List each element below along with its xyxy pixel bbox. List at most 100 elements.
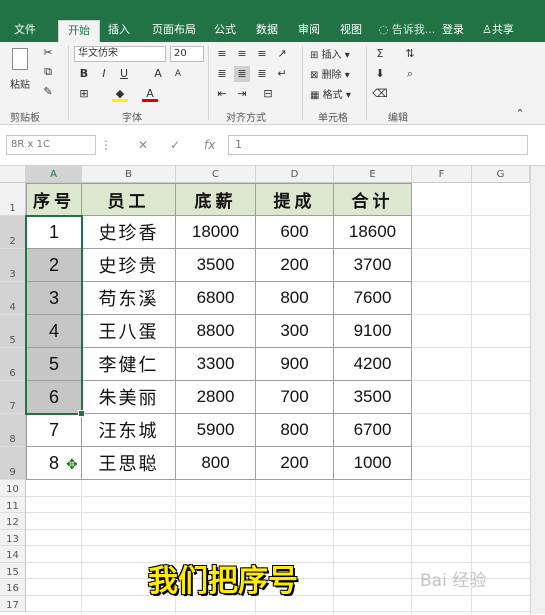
data-cell[interactable]: 1000 xyxy=(334,447,412,480)
data-cell[interactable]: 18600 xyxy=(334,216,412,249)
data-cell[interactable]: 800 xyxy=(256,282,334,315)
row-header[interactable]: 14 xyxy=(0,546,26,563)
employee-cell[interactable]: 朱美丽 xyxy=(82,381,176,414)
sort-filter-icon[interactable]: ⇅ xyxy=(402,46,418,62)
tab-data[interactable]: 数据 xyxy=(250,20,284,42)
clear-icon[interactable]: ⌫ xyxy=(372,86,388,102)
italic-icon[interactable]: I xyxy=(96,66,112,82)
row-header[interactable]: 10 xyxy=(0,480,26,497)
data-cell[interactable]: 6700 xyxy=(334,414,412,447)
employee-cell[interactable]: 王思聪 xyxy=(82,447,176,480)
worksheet-grid[interactable]: A B C D E F G 1 2 3 4 5 6 7 8 9 10 11 12 13 14 15 16 17 序号 员工 底薪 提成… xyxy=(0,166,530,614)
align-bottom-icon[interactable]: ≡ xyxy=(254,46,270,62)
data-cell[interactable]: 6800 xyxy=(176,282,256,315)
vertical-scrollbar[interactable] xyxy=(530,166,545,614)
align-middle-icon[interactable]: ≡ xyxy=(234,46,250,62)
login-link[interactable]: 登录 xyxy=(436,20,470,42)
data-cell[interactable]: 600 xyxy=(256,216,334,249)
data-cell[interactable]: 800 xyxy=(176,447,256,480)
column-header[interactable]: E xyxy=(334,166,412,183)
align-left-icon[interactable]: ≣ xyxy=(214,66,230,82)
row-header[interactable]: 7 xyxy=(0,381,26,414)
sequence-cell[interactable]: 6 xyxy=(26,381,82,414)
merge-center-icon[interactable]: ⊟ xyxy=(260,86,276,102)
data-cell[interactable]: 7600 xyxy=(334,282,412,315)
paste-icon[interactable] xyxy=(12,48,28,70)
column-header[interactable]: G xyxy=(472,166,530,183)
sequence-cell[interactable]: 1 xyxy=(26,216,82,249)
row-header[interactable]: 4 xyxy=(0,282,26,315)
fill-icon[interactable]: ⬇ xyxy=(372,66,388,82)
row-header[interactable]: 11 xyxy=(0,496,26,513)
tab-page-layout[interactable]: 页面布局 xyxy=(144,20,204,42)
row-header[interactable]: 8 xyxy=(0,414,26,447)
tab-formulas[interactable]: 公式 xyxy=(208,20,242,42)
data-cell[interactable]: 4200 xyxy=(334,348,412,381)
format-cells-button[interactable]: ▦ 格式 ▾ xyxy=(310,86,351,101)
format-painter-icon[interactable]: ✎ xyxy=(40,84,56,100)
sequence-cell[interactable]: 4 xyxy=(26,315,82,348)
tell-me-box[interactable]: ◌ 告诉我... xyxy=(376,20,438,42)
header-cell[interactable]: 提成 xyxy=(256,183,334,216)
borders-icon[interactable]: ⊞ xyxy=(76,86,92,102)
autosum-icon[interactable]: Σ xyxy=(372,46,388,62)
sequence-cell[interactable]: 7 xyxy=(26,414,82,447)
employee-cell[interactable]: 李健仁 xyxy=(82,348,176,381)
increase-font-icon[interactable]: A xyxy=(150,66,166,82)
more-options-icon[interactable]: ⋮ xyxy=(100,135,112,155)
sequence-cell[interactable]: 5 xyxy=(26,348,82,381)
tab-review[interactable]: 审阅 xyxy=(292,20,326,42)
row-header[interactable]: 6 xyxy=(0,348,26,381)
enter-icon[interactable]: ✓ xyxy=(170,135,180,155)
column-header[interactable]: F xyxy=(412,166,472,183)
bold-icon[interactable]: B xyxy=(76,66,92,82)
align-top-icon[interactable]: ≡ xyxy=(214,46,230,62)
column-header[interactable]: D xyxy=(256,166,334,183)
cancel-icon[interactable]: ✕ xyxy=(138,135,148,155)
copy-icon[interactable]: ⧉ xyxy=(40,64,56,80)
paste-label[interactable]: 粘贴 xyxy=(10,76,30,91)
share-button[interactable]: ♙共享 xyxy=(472,20,524,42)
employee-cell[interactable]: 史珍香 xyxy=(82,216,176,249)
select-all-corner[interactable] xyxy=(0,166,26,183)
header-cell[interactable]: 底薪 xyxy=(176,183,256,216)
row-header[interactable]: 3 xyxy=(0,249,26,282)
data-cell[interactable]: 3500 xyxy=(176,249,256,282)
column-header[interactable]: C xyxy=(176,166,256,183)
font-size-select[interactable]: 20 xyxy=(170,46,204,62)
align-center-icon[interactable]: ≣ xyxy=(234,66,250,82)
data-cell[interactable]: 700 xyxy=(256,381,334,414)
data-cell[interactable]: 300 xyxy=(256,315,334,348)
employee-cell[interactable]: 苟东溪 xyxy=(82,282,176,315)
row-header[interactable]: 9 xyxy=(0,447,26,480)
formula-input[interactable]: 1 xyxy=(228,135,528,155)
data-cell[interactable]: 3300 xyxy=(176,348,256,381)
row-header[interactable]: 16 xyxy=(0,579,26,596)
find-select-icon[interactable]: ⌕ xyxy=(402,66,418,82)
row-header[interactable]: 15 xyxy=(0,562,26,579)
column-header[interactable]: A xyxy=(26,166,82,183)
delete-cells-button[interactable]: ⊠ 删除 ▾ xyxy=(310,66,350,81)
column-header[interactable]: B xyxy=(82,166,176,183)
header-cell[interactable]: 序号 xyxy=(26,183,82,216)
fill-color-icon[interactable]: ◆ xyxy=(112,86,128,102)
tab-home[interactable]: 开始 xyxy=(58,20,100,43)
orientation-icon[interactable]: ↗ xyxy=(274,46,290,62)
collapse-ribbon-icon[interactable]: ⌃ xyxy=(512,106,528,122)
data-cell[interactable]: 800 xyxy=(256,414,334,447)
cut-icon[interactable]: ✂ xyxy=(40,45,56,61)
data-cell[interactable]: 18000 xyxy=(176,216,256,249)
tab-insert[interactable]: 插入 xyxy=(102,20,136,42)
data-cell[interactable]: 9100 xyxy=(334,315,412,348)
row-header[interactable]: 2 xyxy=(0,216,26,249)
data-cell[interactable]: 2800 xyxy=(176,381,256,414)
tab-view[interactable]: 视图 xyxy=(334,20,368,42)
underline-icon[interactable]: U xyxy=(116,66,132,82)
row-header[interactable]: 12 xyxy=(0,513,26,530)
data-cell[interactable]: 8800 xyxy=(176,315,256,348)
data-cell[interactable]: 5900 xyxy=(176,414,256,447)
wrap-text-icon[interactable]: ↵ xyxy=(274,66,290,82)
data-cell[interactable]: 200 xyxy=(256,249,334,282)
insert-cells-button[interactable]: ⊞ 插入 ▾ xyxy=(310,46,350,61)
employee-cell[interactable]: 王八蛋 xyxy=(82,315,176,348)
